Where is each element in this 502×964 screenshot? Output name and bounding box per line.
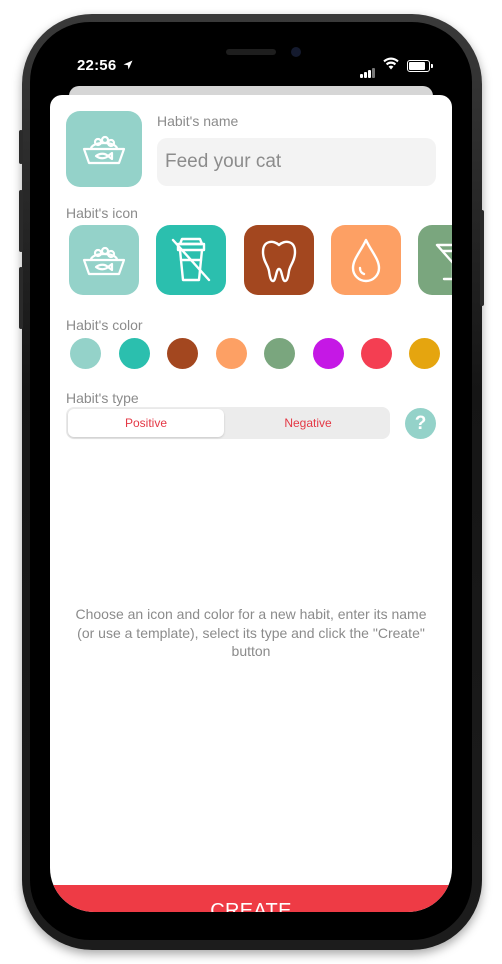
battery-icon — [407, 60, 433, 72]
screen: 22:56 Habit's name Feed your cat Habit's… — [50, 40, 452, 912]
cat-food-bowl-icon — [82, 246, 126, 276]
color-picker — [50, 338, 452, 370]
volume-down-button — [19, 267, 23, 329]
icon-option-cat-food-bowl[interactable] — [69, 225, 139, 295]
color-swatch-orange[interactable] — [216, 338, 247, 369]
help-button[interactable]: ? — [405, 408, 436, 439]
cocktail-glass-icon — [435, 243, 452, 281]
habit-name-input[interactable] — [157, 138, 436, 186]
tooth-icon — [261, 240, 297, 283]
mute-switch — [19, 130, 23, 164]
habit-icon-label: Habit's icon — [66, 205, 138, 221]
cat-food-bowl-icon — [82, 135, 126, 165]
habit-type-label: Habit's type — [66, 390, 139, 406]
no-drink-cup-icon — [171, 237, 211, 282]
volume-up-button — [19, 190, 23, 252]
wifi-icon — [383, 57, 399, 70]
new-habit-sheet: Habit's name Habit's icon — [50, 95, 452, 912]
color-swatch-teal-light[interactable] — [70, 338, 101, 369]
habit-color-label: Habit's color — [66, 317, 143, 333]
create-button-label: CREATE — [210, 900, 292, 912]
icon-picker — [50, 225, 452, 297]
icon-option-water-drop[interactable] — [331, 225, 401, 295]
icon-option-no-drink-cup[interactable] — [156, 225, 226, 295]
location-arrow-icon — [123, 60, 133, 70]
type-positive-option[interactable]: Positive — [68, 409, 224, 437]
cellular-signal-icon — [360, 60, 376, 78]
front-camera — [291, 47, 301, 57]
battery-fill — [409, 62, 426, 70]
color-swatch-red[interactable] — [361, 338, 392, 369]
icon-option-cocktail-glass[interactable] — [418, 225, 452, 295]
habit-name-label: Habit's name — [157, 113, 239, 129]
instruction-text: Choose an icon and color for a new habit… — [75, 606, 427, 659]
power-button — [480, 210, 484, 306]
habit-preview[interactable] — [66, 111, 142, 187]
status-time: 22:56 — [77, 57, 117, 74]
color-swatch-yellow[interactable] — [409, 338, 440, 369]
color-swatch-teal[interactable] — [119, 338, 150, 369]
earpiece-speaker — [226, 49, 276, 55]
water-drop-icon — [351, 238, 381, 283]
habit-type-selector: Positive Negative — [66, 407, 390, 439]
icon-option-tooth[interactable] — [244, 225, 314, 295]
color-swatch-purple[interactable] — [313, 338, 344, 369]
color-swatch-green[interactable] — [264, 338, 295, 369]
color-swatch-brown[interactable] — [167, 338, 198, 369]
type-negative-option[interactable]: Negative — [228, 409, 388, 437]
